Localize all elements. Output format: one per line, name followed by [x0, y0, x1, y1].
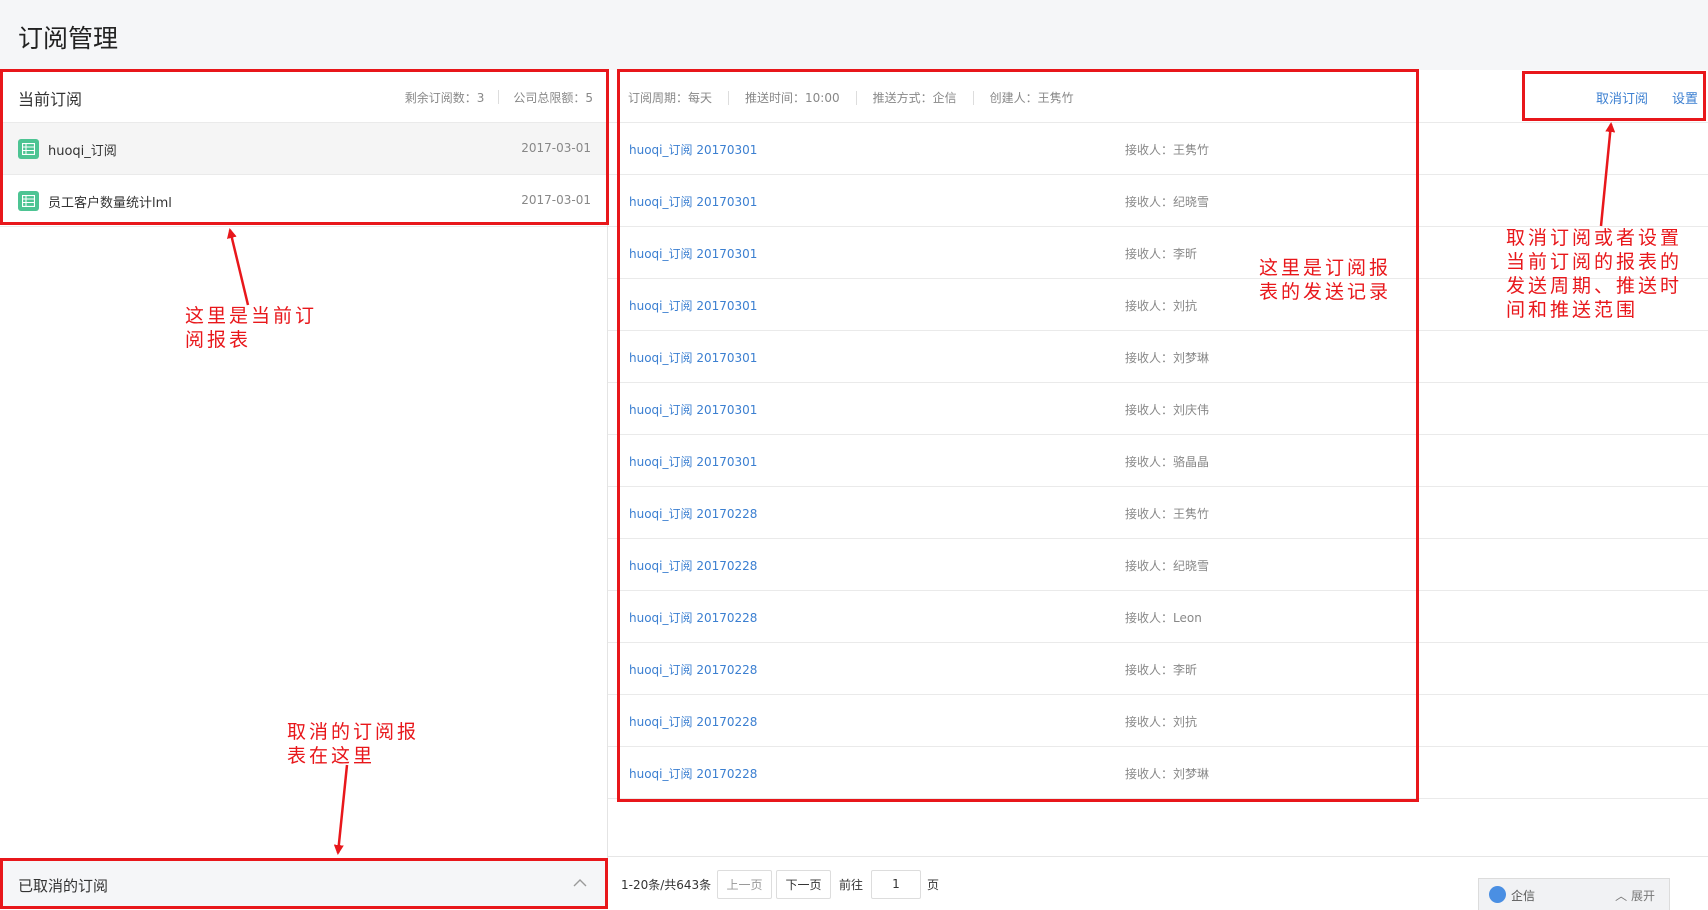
page-title: 订阅管理 [18, 24, 119, 53]
goto-label: 前往 [839, 878, 864, 892]
prev-page-button[interactable]: 上一页 [717, 870, 772, 899]
chat-widget[interactable]: 企信 ︿ 展开 [1478, 878, 1670, 910]
chat-widget-name: 企信 [1511, 889, 1536, 903]
chevron-up-icon: ︿ [1615, 889, 1628, 903]
annotation-settings: 取消订阅或者设置 当前订阅的报表的 发送周期、推送时 间和推送范围 [1506, 227, 1683, 321]
pagination-total: 1-20条/共643条 [621, 878, 712, 892]
annotation-box-records [617, 69, 1419, 802]
expand-label: 展开 [1630, 889, 1655, 903]
annotation-cancelled: 取消的订阅报 表在这里 [287, 721, 420, 767]
annotation-box-current [0, 69, 609, 225]
annotation-box-cancelled [0, 858, 608, 909]
page-number-input[interactable]: 1 [871, 870, 921, 899]
chat-widget-expand[interactable]: ︿ 展开 [1615, 887, 1655, 904]
chat-bubble-icon [1489, 886, 1506, 903]
page-unit-label: 页 [927, 878, 940, 892]
top-bar: 订阅管理 [0, 0, 1708, 71]
annotation-current: 这里是当前订 阅报表 [185, 305, 318, 351]
annotation-box-settings [1522, 71, 1706, 121]
annotation-records: 这里是订阅报 表的发送记录 [1259, 257, 1392, 303]
next-page-button[interactable]: 下一页 [776, 870, 831, 899]
